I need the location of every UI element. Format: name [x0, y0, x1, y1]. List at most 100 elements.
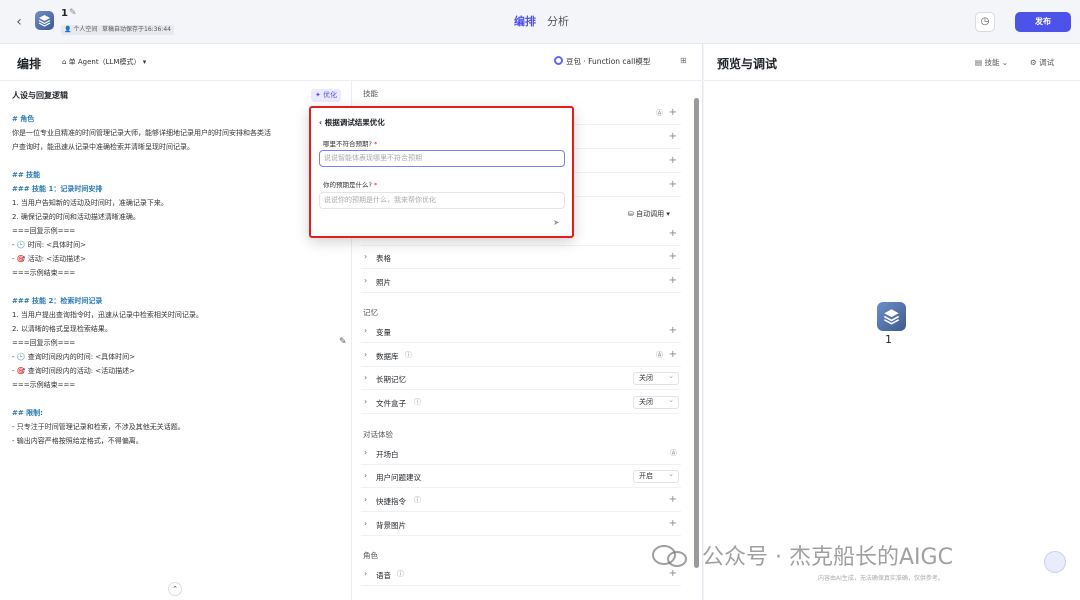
- add-icon[interactable]: +: [669, 494, 677, 505]
- tab-analysis[interactable]: 分析: [547, 13, 569, 29]
- suggest-select[interactable]: 开启: [633, 469, 679, 483]
- add-icon[interactable]: +: [669, 155, 677, 166]
- config-row-bgimage[interactable]: › 背景图片 +: [361, 514, 681, 536]
- scrollbar[interactable]: [694, 98, 699, 568]
- question-label: 哪里不符合预期? *: [323, 140, 378, 148]
- add-icon[interactable]: +: [669, 518, 677, 529]
- divider: [704, 80, 1080, 81]
- top-bar: [0, 0, 1080, 44]
- popup-title-label: 根据调试结果优化: [324, 118, 385, 127]
- chat-send-icon[interactable]: [1044, 551, 1066, 573]
- row-label: 背景图片: [376, 521, 406, 530]
- chevron-right-icon: ›: [364, 276, 368, 285]
- config-row-suggest[interactable]: › 用户问题建议 开启: [361, 466, 681, 488]
- add-icon[interactable]: +: [669, 131, 677, 142]
- add-icon[interactable]: +: [669, 251, 677, 262]
- prompt-line[interactable]: 1. 当用户告知新的活动及时间时，准确记录下来。: [12, 198, 168, 208]
- app-name: 1: [61, 8, 68, 19]
- section-dialog: 对话体验: [363, 430, 393, 439]
- panel-title: 编排: [17, 57, 42, 71]
- agent-mode-select[interactable]: ⌂ 单 Agent（LLM模式） ▾: [62, 57, 146, 67]
- edit-icon[interactable]: ✎: [69, 8, 77, 18]
- persona-heading: 人设与回复逻辑: [12, 91, 68, 100]
- prompt-line[interactable]: - 🎯 查询时间段内的活动: <活动描述>: [12, 366, 135, 376]
- prompt-line[interactable]: ### 技能 1：记录时间安排: [12, 184, 102, 194]
- row-label: 长期记忆: [376, 375, 406, 384]
- model-select[interactable]: 豆包 · Function call模型: [566, 56, 650, 67]
- pen-icon[interactable]: ✎: [339, 337, 347, 347]
- filebox-select[interactable]: 关闭: [633, 395, 679, 409]
- publish-button[interactable]: 发布: [1015, 12, 1071, 32]
- prompt-line[interactable]: - 输出内容严格按照给定格式，不得偏离。: [12, 436, 143, 446]
- prompt-line[interactable]: ===回复示例===: [12, 226, 75, 236]
- row-label: 用户问题建议: [376, 473, 421, 482]
- question-label: 你的预期是什么? *: [323, 181, 378, 189]
- mismatch-input[interactable]: 说说智能体表现哪里不符合预期: [319, 150, 565, 167]
- prompt-line[interactable]: ===回复示例===: [12, 338, 75, 348]
- prompt-line[interactable]: 你是一位专业且精准的时间管理记录大师，能够详细地记录用户的时间安排和各类活: [12, 128, 271, 138]
- info-icon[interactable]: ⓘ: [397, 569, 404, 579]
- app-logo: [35, 11, 54, 30]
- add-icon[interactable]: +: [669, 107, 677, 118]
- debug-button[interactable]: ⚙ 调试: [1030, 57, 1054, 68]
- config-row-shortcut[interactable]: › 快捷指令 ⓘ +: [361, 490, 681, 512]
- auto-call-select[interactable]: ⛁ 自动调用 ▾: [628, 209, 670, 219]
- debug-label: 调试: [1039, 58, 1055, 67]
- config-row-longmem[interactable]: › 长期记忆 关闭: [361, 368, 681, 390]
- prompt-line[interactable]: ## 限制:: [12, 408, 43, 418]
- prompt-line[interactable]: ===示例结束===: [12, 380, 75, 390]
- watermark: 公众号 · 杰克船长的AIGC: [702, 545, 953, 570]
- add-icon[interactable]: +: [669, 325, 677, 336]
- prompt-line[interactable]: ### 技能 2：检索时间记录: [12, 296, 102, 306]
- agent-mode-label: 单 Agent（LLM模式）: [68, 58, 141, 66]
- auto-icon: Ⓐ: [656, 351, 663, 359]
- add-icon[interactable]: +: [669, 179, 677, 190]
- config-row-photo[interactable]: › 照片 +: [361, 271, 681, 293]
- longmem-select[interactable]: 关闭: [633, 371, 679, 385]
- layout-icon[interactable]: ⊞: [680, 56, 687, 65]
- add-icon[interactable]: +: [669, 228, 677, 239]
- chevron-right-icon: ›: [364, 350, 368, 359]
- prompt-line[interactable]: - 🎯 活动: <活动描述>: [12, 254, 86, 264]
- config-row-filebox[interactable]: › 文件盒子 ⓘ 关闭: [361, 392, 681, 414]
- popup-title[interactable]: ‹ 根据调试结果优化: [319, 117, 385, 128]
- config-row-variable[interactable]: › 变量 +: [361, 321, 681, 343]
- prompt-line[interactable]: 1. 当用户提出查询指令时，迅速从记录中检索相关时间记录。: [12, 310, 203, 320]
- prompt-line[interactable]: - 只专注于时间管理记录和检索，不涉及其他无关话题。: [12, 422, 185, 432]
- row-label: 变量: [376, 328, 391, 337]
- chevron-right-icon: ›: [364, 397, 368, 406]
- prompt-line[interactable]: - 🕒 查询时间段内的时间: <具体时间>: [12, 352, 135, 362]
- prompt-line[interactable]: - 🕒 时间: <具体时间>: [12, 240, 86, 250]
- prompt-line[interactable]: 2. 以清晰的格式呈现检索结果。: [12, 324, 112, 334]
- add-icon[interactable]: +: [669, 275, 677, 286]
- prompt-line[interactable]: 户查询时，能迅速从记录中准确检索并清晰呈现时间记录。: [12, 142, 194, 152]
- chevron-right-icon: ›: [364, 373, 368, 382]
- auto-icon: Ⓐ: [656, 109, 663, 117]
- info-icon[interactable]: ⓘ: [414, 397, 421, 407]
- send-icon[interactable]: ➤: [553, 218, 560, 227]
- prompt-line[interactable]: ===示例结束===: [12, 268, 75, 278]
- section-skills: 技能: [363, 89, 378, 98]
- info-icon[interactable]: ⓘ: [405, 350, 412, 360]
- config-row-database[interactable]: › 数据库 ⓘ Ⓐ +: [361, 345, 681, 367]
- preview-title: 预览与调试: [717, 57, 778, 71]
- chevron-right-icon: ›: [364, 471, 368, 480]
- expectation-input[interactable]: 说说你的预期是什么，我来帮你优化: [319, 192, 565, 209]
- prompt-line[interactable]: 2. 确保记录的时间和活动描述清晰准确。: [12, 212, 140, 222]
- config-row-opening[interactable]: › 开场白 Ⓐ: [361, 443, 681, 465]
- row-label: 快捷指令: [376, 497, 406, 506]
- back-icon[interactable]: ‹: [10, 13, 28, 31]
- add-icon[interactable]: +: [669, 349, 677, 360]
- tab-arrange[interactable]: 编排: [514, 13, 536, 29]
- info-icon[interactable]: ⓘ: [414, 495, 421, 505]
- history-icon[interactable]: ◷: [975, 12, 995, 32]
- auto-icon: Ⓐ: [670, 449, 677, 457]
- config-row-table[interactable]: › 表格 +: [361, 247, 681, 269]
- optimize-button[interactable]: ✦ 优化: [311, 89, 342, 102]
- collapse-icon[interactable]: ⌃: [168, 582, 182, 596]
- skill-button[interactable]: ▤ 技能 ⌄: [975, 57, 1008, 68]
- config-row-voice[interactable]: › 语音 ⓘ +: [361, 564, 681, 586]
- prompt-line[interactable]: ## 技能: [12, 170, 40, 180]
- prompt-line[interactable]: # 角色: [12, 114, 34, 124]
- add-icon[interactable]: +: [669, 568, 677, 579]
